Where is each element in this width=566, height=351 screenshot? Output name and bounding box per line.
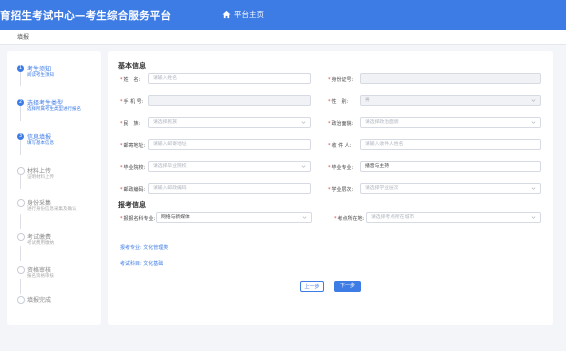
exam-location-select[interactable]: 请选择考点所在城市 xyxy=(366,212,541,223)
step-line xyxy=(20,106,21,121)
recipient-label: *收 件 人: xyxy=(328,143,352,149)
next-step-button[interactable]: 下一步 xyxy=(334,281,361,292)
chevron-down-icon xyxy=(301,121,306,124)
edu-level-select[interactable]: 请选择学业层次 xyxy=(360,183,541,194)
phone-label: *手 机 号: xyxy=(120,99,144,105)
chevron-down-icon xyxy=(531,187,536,190)
step-number xyxy=(17,233,25,241)
step-sidebar: 1 考生须知 阅读考生须知 2 选择考生类型 选择所属考生类型进行报名 3 信息… xyxy=(7,51,101,325)
form-panel: 基本信息 *姓 名: 请输入姓名 *身份证号: *手 机 号: *性 别: 男 … xyxy=(108,51,553,325)
id-number-label: *身份证号: xyxy=(328,77,354,83)
section-title-exam: 报考信息 xyxy=(118,201,146,209)
step-desc: 报名资格审核 xyxy=(27,274,54,279)
phone-input[interactable] xyxy=(148,95,311,106)
step-desc: 证明材料上传 xyxy=(27,175,54,180)
home-link[interactable]: 平台主页 xyxy=(222,9,264,20)
chevron-down-icon xyxy=(301,165,306,168)
chevron-down-icon xyxy=(302,216,307,219)
top-bar: 育招生考试中心—考生综合服务平台 平台主页 xyxy=(0,0,566,30)
step-line xyxy=(20,140,21,155)
step-line xyxy=(20,175,21,189)
ethnicity-select[interactable]: 请选择民族 xyxy=(148,117,311,128)
exam-subject-label: *报报名科专业: xyxy=(120,216,156,222)
gender-label: *性 别: xyxy=(328,99,349,105)
step-number: 1 xyxy=(17,65,24,72)
major-input[interactable]: 播音与主持 xyxy=(360,161,541,172)
exam-major-link[interactable]: 文化管理类 xyxy=(143,245,168,251)
address-input[interactable]: 请输入邮寄地址 xyxy=(148,139,311,150)
app-title: 育招生考试中心—考生综合服务平台 xyxy=(0,10,172,22)
section-title-basic: 基本信息 xyxy=(118,62,146,70)
step-number xyxy=(17,266,25,274)
grad-school-label: *毕业院校: xyxy=(120,165,146,171)
breadcrumb-item: 填报 xyxy=(17,34,30,41)
chevron-down-icon xyxy=(531,121,536,124)
step-number: 2 xyxy=(17,99,24,106)
exam-location-label: *考点所在地: xyxy=(334,216,365,222)
gender-select[interactable]: 男 xyxy=(360,95,541,106)
home-label: 平台主页 xyxy=(234,10,264,19)
step-name: 填报完成 xyxy=(27,297,52,304)
grad-school-select[interactable]: 请选择毕业院校 xyxy=(148,161,311,172)
step-desc: 考试费用缴纳 xyxy=(27,241,54,246)
chevron-down-icon xyxy=(531,99,536,102)
exam-subject-info: 考试科目: 文化基础 xyxy=(120,261,164,267)
step-desc: 填写基本信息 xyxy=(27,141,54,146)
prev-step-button[interactable]: 上一步 xyxy=(300,281,324,292)
step-line xyxy=(20,279,21,294)
postcode-input[interactable]: 请输入邮政编码 xyxy=(148,183,311,194)
politics-label: *政治面貌: xyxy=(328,121,354,127)
edu-level-label: *学业层次: xyxy=(328,187,354,193)
step-number xyxy=(17,167,25,175)
ethnicity-label: *民 族: xyxy=(120,121,141,127)
exam-subject-link[interactable]: 文化基础 xyxy=(143,261,163,267)
home-icon xyxy=(222,10,231,19)
name-input[interactable]: 请输入姓名 xyxy=(148,73,311,84)
major-label: *毕业专业: xyxy=(328,165,354,171)
step-desc: 选择所属考生类型进行报名 xyxy=(27,107,81,112)
breadcrumb: 填报 xyxy=(0,30,566,45)
address-label: *邮寄地址: xyxy=(120,143,146,149)
exam-major-info: 报考专业: 文化管理类 xyxy=(120,245,169,251)
step-line xyxy=(20,214,21,229)
step-desc: 进行身份信息采集及确认 xyxy=(27,207,77,212)
id-number-input[interactable] xyxy=(360,73,541,84)
step-desc: 阅读考生须知 xyxy=(27,73,54,78)
step-line xyxy=(20,71,21,86)
postcode-label: *邮政编码: xyxy=(120,187,146,193)
step-number xyxy=(17,296,25,304)
step-number: 3 xyxy=(17,133,24,140)
chevron-down-icon xyxy=(531,216,536,219)
recipient-input[interactable]: 请输入收件人姓名 xyxy=(360,139,541,150)
politics-select[interactable]: 请选择政治面貌 xyxy=(360,117,541,128)
exam-subject-select[interactable]: 网络与新媒体 xyxy=(156,212,312,223)
step-line xyxy=(20,246,21,261)
name-label: *姓 名: xyxy=(120,77,141,83)
step-number xyxy=(17,199,25,207)
